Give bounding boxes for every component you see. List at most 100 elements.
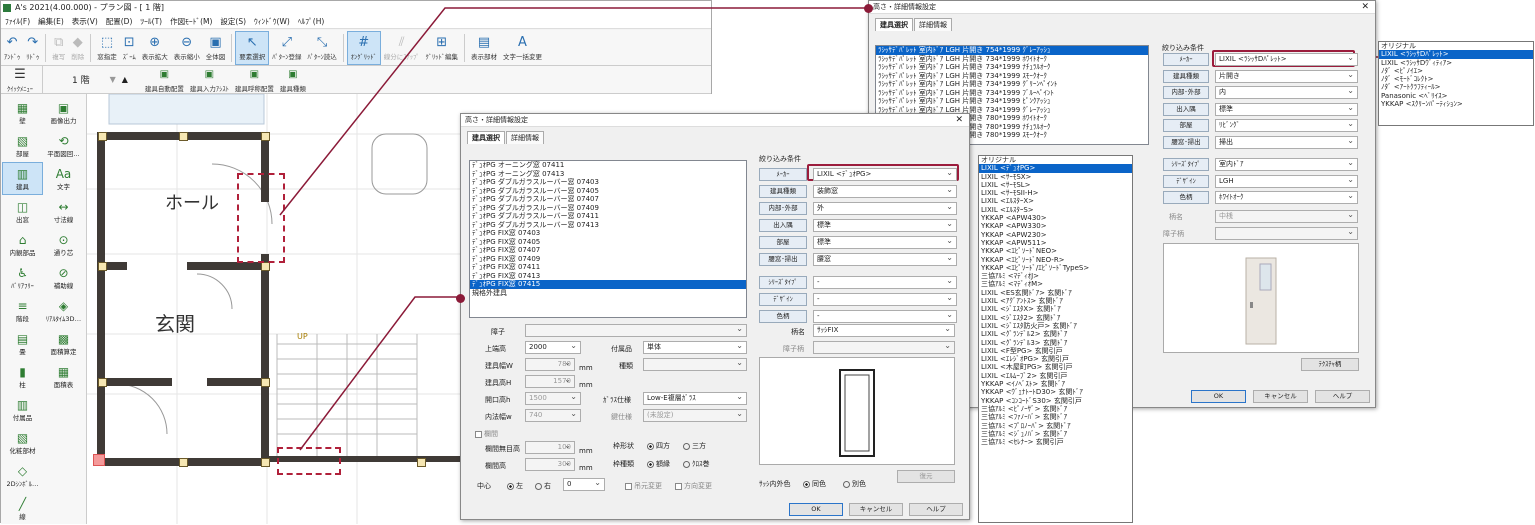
cancel-button[interactable]: キャンセル xyxy=(1253,390,1308,403)
list-item[interactable]: YKKAP <ｴﾋﾟｿｰﾄﾞNEO-R> xyxy=(979,256,1132,264)
list-item[interactable]: ﾃﾞｭｵPG FIX窓 07411 xyxy=(470,263,746,272)
toolbar-button-13[interactable]: ⫽ 線分にｽﾅｯﾌﾟ xyxy=(381,31,423,65)
list-item[interactable]: 三協ｱﾙﾐ <ﾋﾟﾉｰｻﾞ> 玄関ﾄﾞｱ xyxy=(979,405,1132,413)
list-item[interactable]: ﾉﾀﾞ <ﾓｰﾄﾞｺﾚｸﾄ> xyxy=(1379,75,1533,83)
ranma-checkbox[interactable]: 欄間 xyxy=(475,429,498,439)
shoji-pattern-select[interactable] xyxy=(1215,226,1358,240)
list-item[interactable]: YKKAP <APW330> xyxy=(979,222,1132,230)
menu-item[interactable]: ﾂｰﾙ(T) xyxy=(136,15,166,29)
sash-same-color-radio[interactable]: 同色 xyxy=(803,479,826,489)
height-input[interactable]: 1570 xyxy=(525,374,575,388)
list-item[interactable]: LIXIL <ｻｰﾓSX> xyxy=(979,173,1132,181)
frame-shape-four[interactable]: 四方 xyxy=(647,441,670,451)
left-tool-3[interactable]: ⟲ 平面図回… xyxy=(43,129,84,162)
list-item[interactable]: LIXIL <F型PG> 玄関引戸 xyxy=(979,347,1132,355)
left-tool-1[interactable]: ▣ 画像出力 xyxy=(43,96,84,129)
hinge-change-checkbox[interactable]: 吊元変更 xyxy=(625,481,662,491)
glass-select[interactable]: Low-E複層ｶﾞﾗｽ xyxy=(643,391,747,405)
filter-select-4[interactable]: 標準 xyxy=(813,235,957,249)
list-item[interactable]: LIXIL <ES玄関ﾄﾞｱ> 玄関ﾄﾞｱ xyxy=(979,289,1132,297)
left-tool-13[interactable]: ◈ ﾘｱﾙﾀｲﾑ3D… xyxy=(43,294,84,327)
radio-on[interactable] xyxy=(507,482,514,490)
filter-button-3[interactable]: 出入隅 xyxy=(759,219,807,232)
filter-select-6[interactable]: 室内ﾄﾞｱ xyxy=(1215,157,1358,171)
checkbox[interactable] xyxy=(675,482,682,490)
left-tool-2[interactable]: ▧ 部屋 xyxy=(2,129,43,162)
left-tool-10[interactable]: ♿ ﾊﾞﾘｱﾌﾘｰ xyxy=(2,261,43,294)
top-height-select[interactable]: 2000 xyxy=(525,340,581,354)
sash-diff-color-radio[interactable]: 別色 xyxy=(843,479,866,489)
list-item[interactable]: LIXIL <ｴﾙｽﾀｰX> xyxy=(979,197,1132,205)
left-tool-5[interactable]: Aa 文字 xyxy=(43,162,84,195)
lock-select[interactable]: (未設定) xyxy=(643,408,747,422)
left-tool-6[interactable]: ◫ 出窓 xyxy=(2,195,43,228)
toolbar-button-2[interactable]: ⧉ 複写 xyxy=(49,31,68,65)
center-left-radio[interactable]: 左 xyxy=(507,481,523,491)
left-tool-14[interactable]: ▤ 畳 xyxy=(2,327,43,360)
shoji-pattern-select[interactable] xyxy=(813,340,955,354)
list-item[interactable]: 三協ｱﾙﾐ <ｼﾞｭﾉﾊﾞ> 玄関ﾄﾞｱ xyxy=(979,430,1132,438)
left-tool-24[interactable]: ╱ 線 xyxy=(2,492,43,525)
list-item[interactable]: 三協ｱﾙﾐ <ﾌｧﾉｰﾊﾞ> 玄関ﾄﾞｱ xyxy=(979,413,1132,421)
restore-button[interactable]: 復元 xyxy=(897,470,955,483)
toolbar-button-12[interactable]: # ｵﾝｸﾞﾘｯﾄﾞ xyxy=(346,30,381,65)
left-tool-15[interactable]: ▩ 面積算定 xyxy=(43,327,84,360)
filter-button-0[interactable]: ﾒｰｶｰ xyxy=(1163,53,1209,66)
list-item[interactable]: ﾗｼｯｻﾃﾞﾊﾟﾚｯﾄ 室内ﾄﾞｱ LGH 片開き 734*1999 ﾎﾜｲﾄｵ… xyxy=(876,55,1148,64)
filter-button-5[interactable]: 腰窓･掃出 xyxy=(759,253,807,266)
list-item[interactable]: ﾗｼｯｻﾃﾞﾊﾟﾚｯﾄ 室内ﾄﾞｱ LGH 片開き 734*1999 ﾌﾞﾙｰﾍ… xyxy=(876,89,1148,98)
frame-type-cloth[interactable]: ｸﾛｽ巻 xyxy=(683,459,710,469)
list-item[interactable]: YKKAP <ｺﾝｺｰﾄﾞS30> 玄関引戸 xyxy=(979,397,1132,405)
menu-item[interactable]: ﾍﾙﾌﾟ(H) xyxy=(294,15,329,29)
left-tool-8[interactable]: ⌂ 内観部品 xyxy=(2,228,43,261)
filter-button-7[interactable]: ﾃﾞｻﾞｲﾝ xyxy=(759,293,807,306)
left-tool-9[interactable]: ⊙ 通り芯 xyxy=(43,228,84,261)
tab-detail-info[interactable]: 詳細情報 xyxy=(506,130,544,144)
opening-height-select[interactable]: 1500 xyxy=(525,391,581,405)
filter-button-2[interactable]: 内部･外部 xyxy=(1163,86,1209,99)
filter-button-4[interactable]: 部屋 xyxy=(759,236,807,249)
filter-select-0[interactable]: LIXIL <ﾗｼｯｻDﾊﾟﾚｯﾄ> xyxy=(1215,52,1358,66)
list-item[interactable]: ﾗｼｯｻﾃﾞﾊﾟﾚｯﾄ 室内ﾄﾞｱ LGH 片開き 734*1999 ｽﾓｰｸｵ… xyxy=(876,72,1148,81)
filter-button-4[interactable]: 部屋 xyxy=(1163,119,1209,132)
list-item[interactable]: ﾃﾞｭｵPG ダブルガラスルーバー窓 07413 xyxy=(470,221,746,230)
list-item[interactable]: ﾃﾞｭｵPG FIX窓 07405 xyxy=(470,238,746,247)
ok-button[interactable]: OK xyxy=(1191,390,1246,403)
list-item[interactable]: YKKAP <APW511> xyxy=(979,239,1132,247)
list-item[interactable]: LIXIL <ﾗｼｯｻDｳﾞｨﾃｨｱ> xyxy=(1379,59,1533,67)
list-item[interactable]: ﾗｼｯｻﾃﾞﾊﾟﾚｯﾄ 室内ﾄﾞｱ LGH 片開き 734*1999 ﾅﾁｭﾗﾙ… xyxy=(876,63,1148,72)
inner-width-select[interactable]: 740 xyxy=(525,408,581,422)
maker-dropdown-list-window[interactable]: オリジナル LIXIL <ﾃﾞｭｵPG> LIXIL <ｻｰﾓSX> LIXIL <ｻ… xyxy=(978,155,1133,523)
filter-select-7[interactable]: LGH xyxy=(1215,174,1358,188)
filter-select-3[interactable]: 標準 xyxy=(813,218,957,232)
texture-button[interactable]: ﾃｸｽﾁｬ柄 xyxy=(1301,358,1359,371)
center-right-radio[interactable]: 右 xyxy=(535,481,551,491)
toolbar-button-3[interactable]: ◆ 削除 xyxy=(68,31,87,65)
cancel-button[interactable]: キャンセル xyxy=(849,503,903,516)
list-item[interactable]: ﾃﾞｭｵPG オーニング窓 07413 xyxy=(470,170,746,179)
filter-button-6[interactable]: ｼﾘｰｽﾞﾀｲﾌﾟ xyxy=(1163,158,1209,171)
list-item[interactable]: ﾃﾞｭｵPG ダブルガラスルーバー窓 07409 xyxy=(470,204,746,213)
list-item[interactable]: LIXIL <ｸﾞﾗﾝﾃﾞﾙ2> 玄関ﾄﾞｱ xyxy=(979,330,1132,338)
toolbar-button-0[interactable]: ↶ ｱﾝﾄﾞｩ xyxy=(1,31,23,65)
filter-button-8[interactable]: 色柄 xyxy=(759,310,807,323)
toolbar-button-5[interactable]: ⊡ ｽﾞｰﾑ xyxy=(120,31,139,65)
ranma-check[interactable] xyxy=(475,430,482,438)
list-item[interactable]: ﾉﾀﾞ <ｱｰﾄｸﾗﾌﾃｨｰﾙ> xyxy=(1379,83,1533,91)
direction-change-checkbox[interactable]: 方向変更 xyxy=(675,481,712,491)
ok-button[interactable]: OK xyxy=(789,503,843,516)
list-item[interactable]: ﾃﾞｭｵPG FIX窓 07409 xyxy=(470,255,746,264)
list-item[interactable]: ﾃﾞｭｵPG FIX窓 07403 xyxy=(470,229,746,238)
help-button[interactable]: ヘルプ xyxy=(909,503,963,516)
radio-off[interactable] xyxy=(843,480,850,488)
accessory-select[interactable]: 単体 xyxy=(643,340,747,354)
list-item[interactable]: YKKAP <ｳﾞｪﾅﾄｰﾄD30> 玄関ﾄﾞｱ xyxy=(979,388,1132,396)
quick-menu-button[interactable]: ☰ ｸｲｯｸﾒﾆｭｰ xyxy=(1,63,39,97)
filter-select-7[interactable]: - xyxy=(813,292,957,306)
fixture-tool-0[interactable]: ▣ 建具自動配置 xyxy=(142,67,187,93)
list-item[interactable]: ﾃﾞｭｵPG ダブルガラスルーバー窓 07407 xyxy=(470,195,746,204)
filter-select-1[interactable]: 装飾窓 xyxy=(813,184,957,198)
left-tool-0[interactable]: ▦ 壁 xyxy=(2,96,43,129)
filter-button-0[interactable]: ﾒｰｶｰ xyxy=(759,168,807,181)
list-item[interactable]: LIXIL <ﾃﾞｭｵPG> xyxy=(979,164,1132,173)
